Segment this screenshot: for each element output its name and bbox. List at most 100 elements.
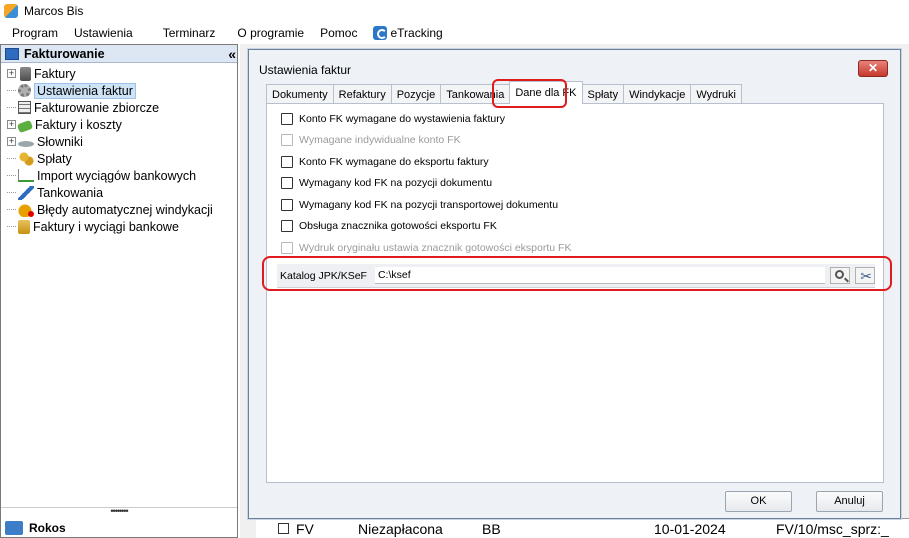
checkbox[interactable]	[281, 199, 293, 211]
tab-windykacje[interactable]: Windykacje	[623, 84, 692, 104]
rokos-panel-button[interactable]: Rokos	[5, 519, 66, 537]
option-label: Wydruk oryginału ustawia znacznik gotowo…	[299, 242, 572, 254]
tree-item-label: Faktury i wyciągi bankowe	[33, 219, 179, 234]
etracking-icon	[373, 26, 388, 40]
import-icon	[18, 169, 34, 182]
tree-item-fakturowanie-zbiorcze[interactable]: Fakturowanie zbiorcze	[1, 99, 237, 116]
katalog-label: Katalog JPK/KSeF	[280, 269, 367, 282]
tree-item-splaty[interactable]: Spłaty	[1, 150, 237, 167]
menu-etracking[interactable]: eTracking	[365, 22, 450, 44]
close-icon: ✕	[867, 61, 879, 75]
tab-label: Dane dla FK	[515, 87, 577, 99]
row-status: Niezapłacona	[358, 521, 443, 537]
option-wydruk-oryginalu: Wydruk oryginału ustawia znacznik gotowo…	[281, 240, 571, 256]
rokos-label: Rokos	[29, 521, 66, 535]
scissors-icon: ✂	[860, 268, 873, 284]
tab-dokumenty[interactable]: Dokumenty	[266, 84, 334, 104]
panel-splitter[interactable]: ••••••••	[1, 507, 237, 516]
row-code: BB	[482, 521, 501, 537]
tree-item-bledy-windykacji[interactable]: Błędy automatycznej windykacji	[1, 201, 237, 218]
option-znacznik-gotowosci[interactable]: Obsługa znacznika gotowości eksportu FK	[281, 218, 497, 234]
search-icon	[835, 270, 845, 279]
gear-icon	[18, 84, 31, 97]
tree-item-slowniki[interactable]: + Słowniki	[1, 133, 237, 150]
option-konto-fk-wystawienie[interactable]: Konto FK wymagane do wystawienia faktury	[281, 111, 505, 127]
row-date: 10-01-2024	[654, 521, 726, 537]
collapse-panel-button[interactable]: «	[228, 46, 236, 62]
tree-item-faktury[interactable]: + Faktury	[1, 65, 237, 82]
expand-icon[interactable]: +	[7, 69, 16, 78]
error-icon	[18, 202, 34, 217]
tree-item-import-wyciagow[interactable]: Import wyciągów bankowych	[1, 167, 237, 184]
tab-bar: Dokumenty Refaktury Pozycje Tankowania D…	[266, 81, 742, 104]
menu-pomoc[interactable]: Pomoc	[312, 22, 365, 44]
tree-item-tankowania[interactable]: Tankowania	[1, 184, 237, 201]
tab-wydruki[interactable]: Wydruki	[690, 84, 742, 104]
title-bar: Marcos Bis	[0, 0, 909, 22]
menu-program[interactable]: Program	[0, 22, 66, 44]
checkbox	[281, 242, 293, 254]
menu-terminarz[interactable]: Terminarz	[155, 22, 224, 44]
app-icon	[4, 4, 18, 18]
tab-dane-dla-fk[interactable]: Dane dla FK	[509, 81, 583, 104]
tree-item-faktury-i-wyciagi[interactable]: Faktury i wyciągi bankowe	[1, 218, 237, 235]
option-kod-fk-pozycja-transportowa[interactable]: Wymagany kod FK na pozycji transportowej…	[281, 197, 558, 213]
checkbox[interactable]	[281, 220, 293, 232]
coins-icon	[18, 151, 34, 166]
tree-item-label: Faktury	[34, 66, 76, 81]
expand-icon[interactable]: +	[7, 137, 16, 146]
tree-item-label: Faktury i koszty	[35, 117, 122, 132]
ok-button[interactable]: OK	[725, 491, 792, 512]
menu-bar: Program Ustawienia Terminarz O programie…	[0, 22, 909, 44]
tab-tankowania[interactable]: Tankowania	[440, 84, 511, 104]
option-label: Wymagany kod FK na pozycji dokumentu	[299, 177, 493, 189]
settings-dialog: Ustawienia faktur ✕ Dokumenty Refaktury …	[248, 49, 901, 519]
table-row[interactable]: FV Niezapłacona BB 10-01-2024 FV/10/msc_…	[256, 518, 909, 538]
tab-content: Konto FK wymagane do wystawienia faktury…	[266, 103, 884, 483]
checkbox[interactable]	[281, 177, 293, 189]
invoice-panel-icon	[5, 47, 19, 60]
katalog-path-input[interactable]	[374, 267, 826, 284]
panel-header: Fakturowanie «	[1, 45, 237, 63]
dictionary-icon	[18, 141, 34, 147]
cancel-button[interactable]: Anuluj	[816, 491, 883, 512]
checkbox[interactable]	[281, 156, 293, 168]
fuel-icon	[18, 185, 34, 200]
menu-ustawienia[interactable]: Ustawienia	[66, 22, 141, 44]
bank-statements-icon	[18, 219, 30, 234]
tree-item-label: Słowniki	[37, 134, 83, 149]
option-label: Konto FK wymagane do eksportu faktury	[299, 156, 489, 168]
browse-button[interactable]	[830, 267, 851, 284]
option-kod-fk-pozycja[interactable]: Wymagany kod FK na pozycji dokumentu	[281, 175, 492, 191]
option-label: Obsługa znacznika gotowości eksportu FK	[299, 220, 497, 232]
option-label: Konto FK wymagane do wystawienia faktury	[299, 113, 506, 125]
panel-title: Fakturowanie	[24, 46, 105, 61]
tree-item-label: Spłaty	[37, 151, 72, 166]
tree-item-label: Import wyciągów bankowych	[37, 168, 197, 183]
row-number: FV/10/msc_sprz:_	[776, 521, 889, 537]
grid-icon	[18, 101, 31, 114]
option-indywidualne-konto-fk: Wymagane indywidualne konto FK	[281, 132, 461, 148]
clear-button[interactable]: ✂	[855, 267, 875, 284]
tree-item-label: Ustawienia faktur	[34, 82, 136, 99]
row-checkbox[interactable]	[278, 523, 289, 534]
option-konto-fk-eksport[interactable]: Konto FK wymagane do eksportu faktury	[281, 154, 489, 170]
menu-o-programie[interactable]: O programie	[229, 22, 312, 44]
rokos-icon	[5, 521, 23, 535]
money-icon	[16, 119, 34, 133]
tab-refaktury[interactable]: Refaktury	[332, 84, 392, 104]
tree-item-label: Fakturowanie zbiorcze	[34, 100, 160, 115]
tab-splaty[interactable]: Spłaty	[581, 84, 625, 104]
expand-icon[interactable]: +	[7, 120, 16, 129]
tree-item-label: Tankowania	[37, 185, 104, 200]
tree-item-faktury-i-koszty[interactable]: + Faktury i koszty	[1, 116, 237, 133]
checkbox[interactable]	[281, 113, 293, 125]
close-button[interactable]: ✕	[858, 60, 888, 77]
checkbox	[281, 134, 293, 146]
faktury-icon	[20, 66, 31, 81]
katalog-row: Katalog JPK/KSeF ✂	[277, 264, 875, 288]
dialog-title: Ustawienia faktur	[259, 63, 352, 77]
row-type: FV	[296, 521, 314, 537]
tree-item-ustawienia-faktur[interactable]: Ustawienia faktur	[1, 82, 237, 99]
tab-pozycje[interactable]: Pozycje	[390, 84, 442, 104]
